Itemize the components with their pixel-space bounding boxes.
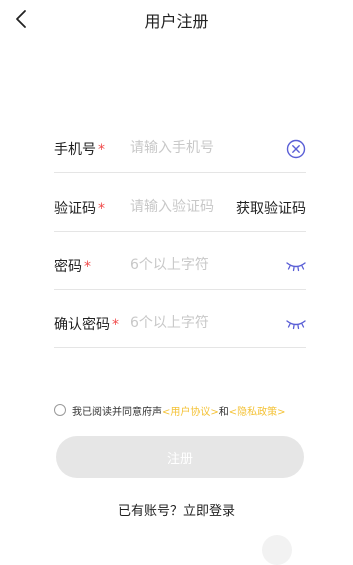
code-label: 验证码 * <box>54 198 105 218</box>
header-bar: 用户注册 <box>0 0 353 36</box>
password-input[interactable] <box>130 253 280 277</box>
confirm-password-label-text: 确认密码 <box>54 317 110 333</box>
password-label: 密码 * <box>54 256 91 276</box>
phone-row: 手机号 * <box>54 126 306 173</box>
code-label-text: 验证码 <box>54 201 96 217</box>
required-mark: * <box>98 142 105 158</box>
required-mark: * <box>112 317 119 333</box>
code-input[interactable] <box>130 195 230 219</box>
phone-label: 手机号 * <box>54 139 105 159</box>
eye-closed-icon[interactable] <box>286 317 306 331</box>
phone-label-text: 手机号 <box>54 142 96 158</box>
required-mark: * <box>84 259 91 275</box>
agree-checkbox[interactable] <box>54 404 66 416</box>
password-label-text: 密码 <box>54 259 82 275</box>
confirm-password-label: 确认密码 * <box>54 314 119 334</box>
privacy-policy-link[interactable]: <隐私政策> <box>229 403 286 418</box>
eye-closed-icon[interactable] <box>286 259 306 273</box>
user-agreement-link[interactable]: <用户协议> <box>162 403 219 418</box>
confirm-password-input[interactable] <box>130 311 280 335</box>
agreement-text: 我已阅读并同意府声 <box>72 406 162 418</box>
page-title: 用户注册 <box>144 12 209 31</box>
get-code-button[interactable]: 获取验证码 <box>236 198 306 218</box>
decorative-circle <box>262 535 292 565</box>
required-mark: * <box>98 201 105 217</box>
phone-input[interactable] <box>130 136 280 160</box>
register-button[interactable]: 注册 <box>56 436 304 478</box>
clear-circle-icon[interactable] <box>286 139 306 159</box>
agreement-row: 我已阅读并同意府声 <用户协议> 和 <隐私政策> <box>54 402 286 418</box>
confirm-password-row: 确认密码 * <box>54 301 306 348</box>
login-link[interactable]: 已有账号？立即登录 <box>0 500 353 519</box>
agreement-and: 和 <box>218 406 229 418</box>
code-row: 验证码* 获取验证码 <box>54 185 306 232</box>
password-row: 密码 * <box>54 243 306 290</box>
